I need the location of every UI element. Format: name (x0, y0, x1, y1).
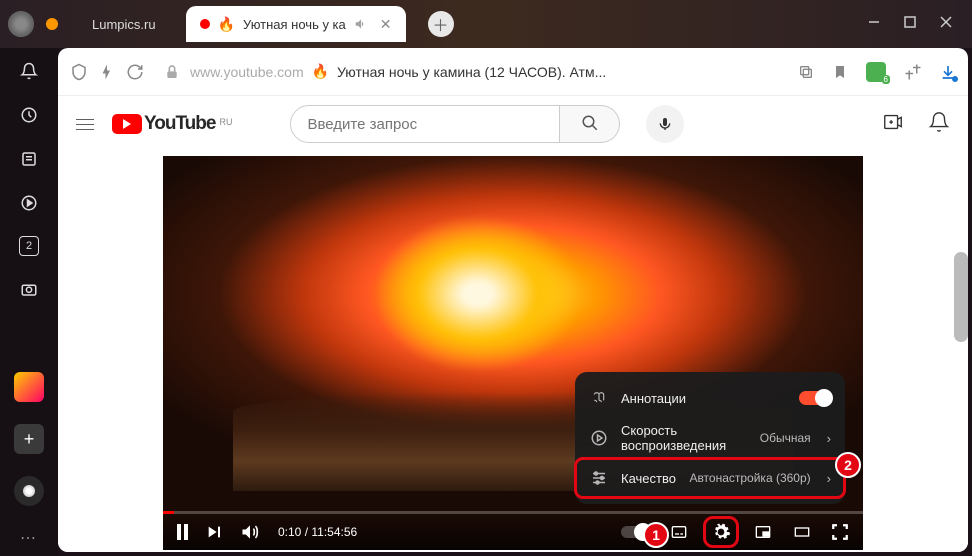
camera-icon[interactable] (18, 278, 40, 300)
pause-button[interactable] (177, 524, 188, 540)
fire-favicon: 🔥 (218, 16, 235, 33)
player-controls: 0:10 / 11:54:56 (163, 514, 863, 550)
youtube-logo[interactable]: YouTube RU (112, 113, 232, 135)
extension-icon[interactable] (866, 62, 886, 82)
settings-annotations-row[interactable]: Аннотации (575, 378, 845, 418)
youtube-logo-icon (112, 114, 142, 134)
miniplayer-button[interactable] (753, 524, 773, 540)
status-dot (46, 18, 58, 30)
minimize-button[interactable] (868, 15, 880, 33)
profile-avatar[interactable] (8, 11, 34, 37)
tab-title: Уютная ночь у ка (243, 17, 346, 32)
history-icon[interactable] (18, 104, 40, 126)
lock-icon[interactable] (164, 64, 180, 80)
media-icon[interactable] (18, 192, 40, 214)
subtitles-button[interactable] (669, 524, 689, 540)
quality-icon (589, 469, 609, 487)
search-input[interactable] (290, 105, 560, 143)
address-bar: www.youtube.com 🔥 Уютная ночь у камина (… (58, 48, 968, 96)
tab-close-icon[interactable]: ✕ (380, 16, 392, 33)
add-shortcut-button[interactable]: + (14, 424, 44, 454)
menu-label: Качество (621, 471, 677, 486)
fullscreen-button[interactable] (831, 523, 849, 541)
shield-icon[interactable] (70, 63, 88, 81)
volume-button[interactable] (240, 522, 260, 542)
window-controls (868, 15, 964, 33)
fire-emoji-icon: 🔥 (312, 63, 329, 80)
maximize-button[interactable] (904, 15, 916, 33)
video-player[interactable]: Аннотации Скорость воспроизведения Обычн… (163, 156, 863, 550)
notifications-icon[interactable] (18, 60, 40, 82)
ya-logo-icon[interactable] (98, 63, 116, 81)
bookmark-icon[interactable] (832, 64, 848, 80)
downloads-icon[interactable] (940, 64, 956, 80)
voice-search-button[interactable] (646, 105, 684, 143)
browser-viewport: www.youtube.com 🔥 Уютная ночь у камина (… (58, 48, 968, 552)
menu-label: Аннотации (621, 391, 787, 406)
chevron-right-icon: › (827, 431, 831, 446)
page-title: Уютная ночь у камина (12 ЧАСОВ). Атм... (337, 64, 606, 80)
create-button[interactable] (882, 111, 904, 138)
close-window-button[interactable] (940, 15, 952, 33)
collections-icon[interactable]: 2 (19, 236, 39, 256)
tab-title: Lumpics.ru (92, 17, 156, 32)
next-button[interactable] (206, 524, 222, 540)
settings-button[interactable] (707, 520, 735, 544)
search-form (290, 105, 620, 143)
callout-badge-1: 1 (643, 522, 669, 548)
menu-icon[interactable] (76, 115, 94, 134)
browser-sidebar: 2 + ⋯ (0, 48, 58, 556)
url-display[interactable]: www.youtube.com 🔥 Уютная ночь у камина (… (190, 63, 606, 80)
settings-speed-row[interactable]: Скорость воспроизведения Обычная › (575, 418, 845, 458)
player-settings-menu: Аннотации Скорость воспроизведения Обычн… (575, 372, 845, 504)
feedback-icon[interactable] (904, 63, 922, 81)
region-label: RU (219, 117, 232, 127)
browser-tab-inactive[interactable]: Lumpics.ru (78, 6, 170, 42)
new-tab-button[interactable]: ＋ (428, 11, 454, 37)
video-container: Аннотации Скорость воспроизведения Обычн… (58, 152, 968, 552)
time-display: 0:10 / 11:54:56 (278, 525, 357, 539)
chevron-right-icon: › (827, 471, 831, 486)
speed-icon (589, 429, 609, 447)
window-titlebar: Lumpics.ru 🔥 Уютная ночь у ка ✕ ＋ (0, 0, 972, 48)
theater-button[interactable] (791, 524, 813, 540)
mail-app-icon[interactable] (14, 372, 44, 402)
reload-icon[interactable] (126, 63, 144, 81)
menu-label: Скорость воспроизведения (621, 423, 748, 453)
browser-tab-active[interactable]: 🔥 Уютная ночь у ка ✕ (186, 6, 406, 42)
tab-mute-icon[interactable] (354, 17, 368, 31)
annotations-icon (589, 391, 609, 405)
youtube-logo-text: YouTube (144, 113, 215, 135)
scrollbar[interactable] (954, 252, 968, 342)
yandex-icon[interactable] (14, 476, 44, 506)
url-domain: www.youtube.com (190, 64, 304, 80)
youtube-favicon (200, 19, 210, 29)
copy-icon[interactable] (798, 64, 814, 80)
news-icon[interactable] (18, 148, 40, 170)
menu-value: Автонастройка (360p) (689, 471, 810, 485)
more-icon[interactable]: ⋯ (20, 528, 38, 548)
menu-value: Обычная (760, 431, 811, 445)
notifications-button[interactable] (928, 111, 950, 138)
annotations-toggle[interactable] (799, 391, 831, 405)
youtube-header: YouTube RU (58, 96, 968, 152)
callout-badge-2: 2 (835, 452, 861, 478)
search-button[interactable] (560, 105, 620, 143)
settings-quality-row[interactable]: Качество Автонастройка (360p) › (575, 458, 845, 498)
